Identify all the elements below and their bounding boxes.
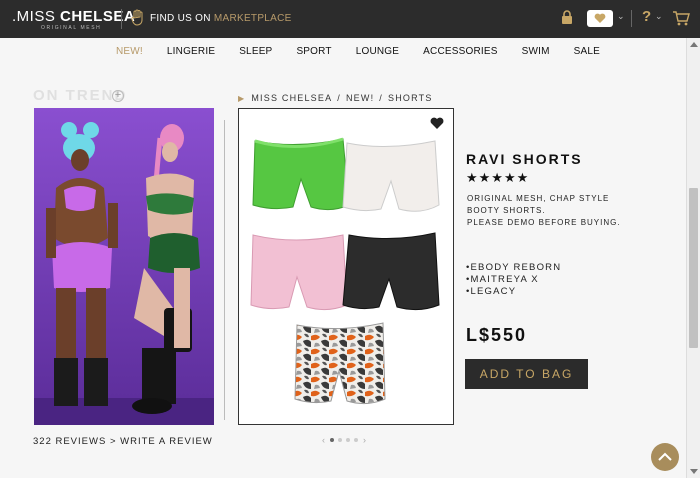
carousel-next-icon[interactable]: › [363, 435, 366, 445]
breadcrumb-marker-icon: ▶ [238, 94, 246, 103]
breadcrumb-separator: / [379, 93, 383, 103]
compatibility-list: •EBODY REBORN •MAITREYA X •LEGACY [466, 262, 561, 298]
nav-item-accessories[interactable]: ACCESSORIES [423, 38, 497, 66]
top-bar: .MISS CHELSEA ORIGINAL MESH FIND US ON M… [0, 0, 700, 38]
scroll-up-arrow-icon[interactable] [690, 42, 698, 47]
product-image[interactable] [239, 109, 453, 424]
nav-item-lounge[interactable]: LOUNGE [356, 38, 399, 66]
help-icon[interactable]: ? [642, 8, 651, 25]
brand-name-light: .MISS [12, 8, 61, 25]
nav-item-swim[interactable]: SWIM [522, 38, 550, 66]
brand-tagline: ORIGINAL MESH [41, 25, 102, 31]
nav-list: NEW! LINGERIE SLEEP SPORT LOUNGE ACCESSORIES S… [74, 38, 612, 66]
breadcrumb-separator: / [337, 93, 341, 103]
brand-logo[interactable]: .MISS CHELSEA ORIGINAL MESH [12, 8, 135, 32]
favorite-heart-icon[interactable] [430, 117, 444, 130]
main-nav: NEW! LINGERIE SLEEP SPORT LOUNGE ACCESSORIES S… [0, 38, 686, 66]
breadcrumb-item[interactable]: MISS CHELSEA [251, 93, 332, 103]
compatibility-item: •EBODY REBORN [466, 262, 562, 273]
description-line: PLEASE DEMO BEFORE BUYING. [467, 218, 621, 227]
nav-item-lingerie[interactable]: LINGERIE [167, 38, 215, 66]
breadcrumb-item[interactable]: NEW! [346, 93, 374, 103]
product-description: ORIGINAL MESH, CHAP STYLE BOOTY SHORTS. … [467, 193, 621, 229]
rating-stars: ★★★★★ [466, 170, 530, 185]
chevron-down-icon[interactable]: ⌄ [655, 11, 663, 22]
carousel-pagination: ‹ › [322, 435, 366, 445]
reviews-link[interactable]: 322 REVIEWS > WRITE A REVIEW [33, 436, 213, 447]
header-divider [121, 9, 122, 29]
compatibility-item: •LEGACY [466, 286, 517, 297]
carousel-dot[interactable] [354, 438, 358, 442]
lock-icon[interactable] [561, 10, 573, 25]
marketplace-link[interactable]: MARKETPLACE [214, 13, 292, 24]
carousel-dot[interactable] [338, 438, 342, 442]
product-image-frame [238, 108, 454, 425]
scrollbar[interactable] [686, 38, 700, 478]
compatibility-item: •MAITREYA X [466, 274, 539, 285]
breadcrumb-item[interactable]: SHORTS [388, 93, 433, 103]
brand-name-bold: CHELSEA [60, 8, 136, 25]
carousel-dot[interactable] [346, 438, 350, 442]
carousel-dots [328, 438, 360, 442]
carousel-dot[interactable] [330, 438, 334, 442]
description-line: BOOTY SHORTS. [467, 206, 546, 215]
plus-icon[interactable]: + [112, 90, 124, 102]
nav-item-sport[interactable]: SPORT [296, 38, 331, 66]
scrollbar-thumb[interactable] [689, 188, 698, 348]
nav-item-sleep[interactable]: SLEEP [239, 38, 272, 66]
breadcrumb: ▶ MISS CHELSEA / NEW! / SHORTS [238, 93, 433, 103]
find-us-prefix: FIND US ON [150, 13, 214, 24]
carousel-prev-icon[interactable]: ‹ [322, 435, 325, 445]
on-trend-image[interactable] [34, 108, 214, 425]
section-divider [224, 120, 225, 420]
brand-name: .MISS CHELSEA [12, 8, 135, 25]
product-price: L$550 [466, 325, 528, 345]
heart-icon [594, 13, 606, 23]
hand-icon [131, 9, 143, 26]
scroll-down-arrow-icon[interactable] [690, 469, 698, 474]
nav-item-new[interactable]: NEW! [116, 38, 143, 66]
add-to-bag-button[interactable]: ADD TO BAG [465, 359, 588, 389]
nav-item-sale[interactable]: SALE [574, 38, 600, 66]
cart-icon[interactable] [672, 9, 690, 27]
description-line: ORIGINAL MESH, CHAP STYLE [467, 194, 610, 203]
wishlist-button[interactable] [587, 10, 613, 27]
chevron-up-icon [658, 452, 672, 461]
chevron-down-icon[interactable]: ⌄ [617, 11, 625, 22]
find-us-on-marketplace-link[interactable]: FIND US ON MARKETPLACE [150, 13, 292, 24]
header-divider [631, 10, 632, 27]
back-to-top-button[interactable] [651, 443, 679, 471]
product-title: RAVI SHORTS [466, 151, 583, 167]
